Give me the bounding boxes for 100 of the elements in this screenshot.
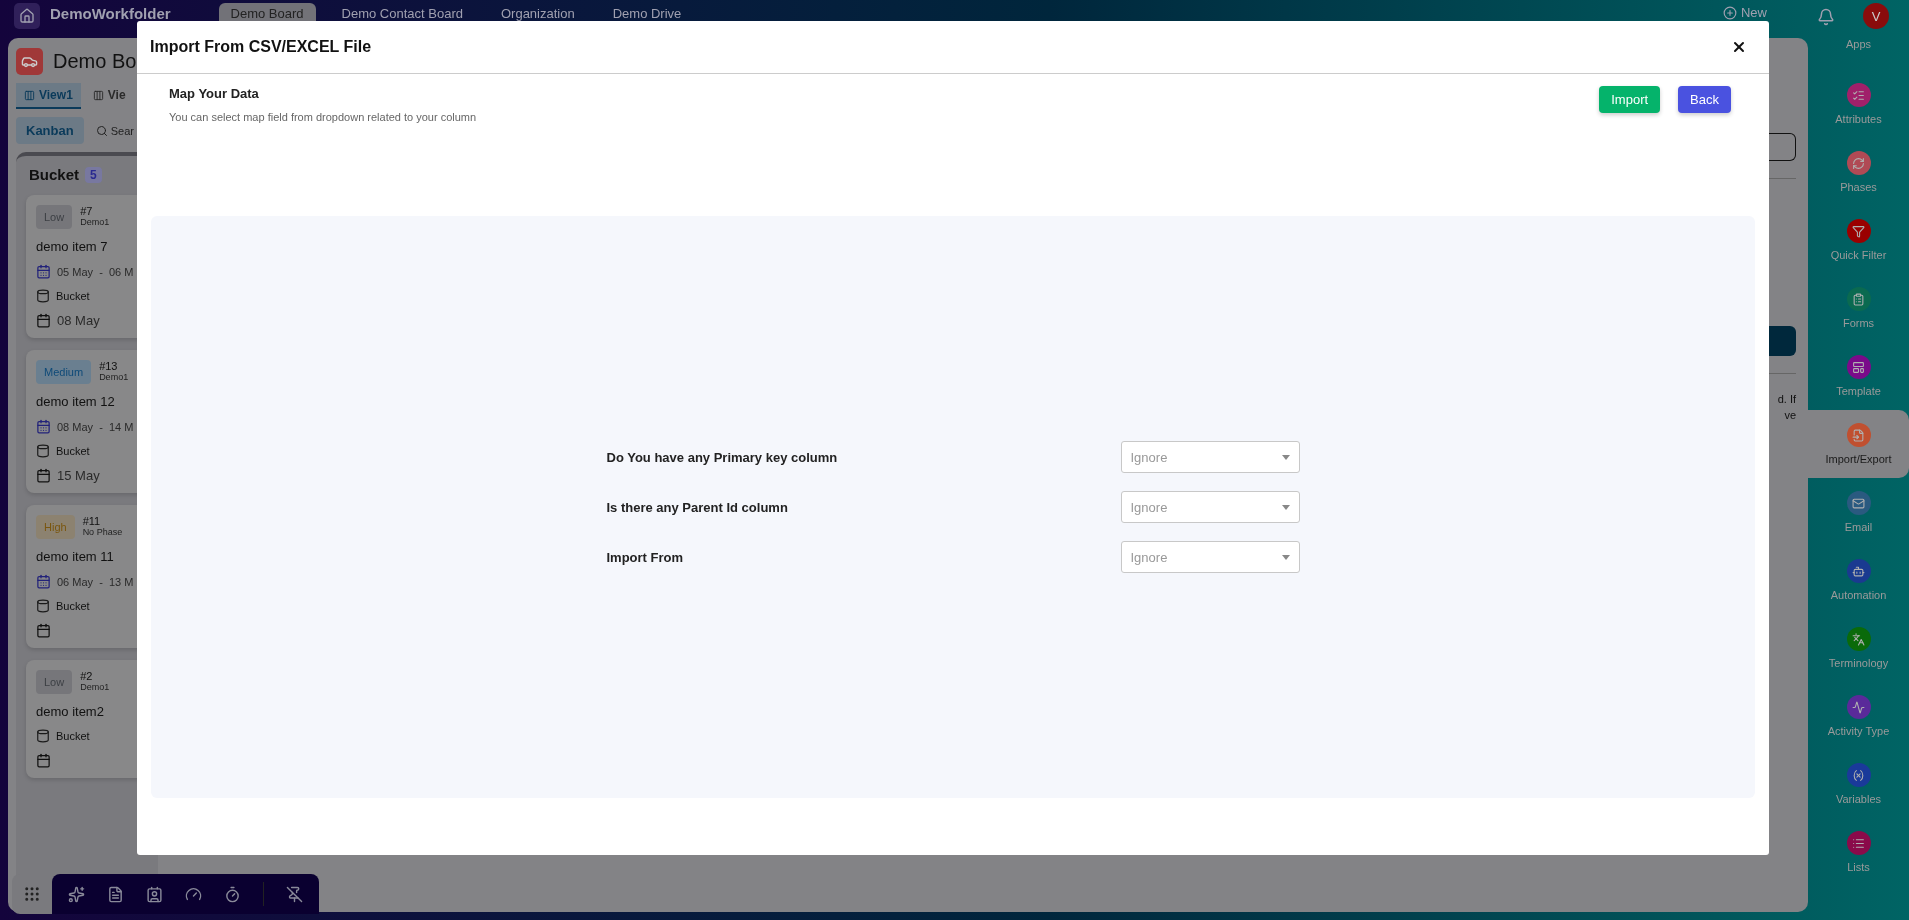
view-tab[interactable]: View1 [16, 83, 81, 109]
sidebar-item[interactable]: Automation [1808, 546, 1909, 614]
bucket-label: Bucket [56, 290, 90, 302]
plus-icon [1723, 5, 1737, 20]
calendar-icon [36, 468, 51, 483]
item-phase: Demo1 [99, 372, 129, 382]
sidebar-label: Lists [1847, 861, 1870, 873]
priority-tag: Medium [36, 360, 92, 384]
sidebar-label: Quick Filter [1830, 249, 1887, 261]
section-subtitle: You can select map field from dropdown related to your column [169, 111, 477, 123]
section-heading: Map Your Data [169, 86, 260, 101]
close-icon [1731, 39, 1747, 55]
calendar-icon [36, 264, 51, 279]
sidebar-item[interactable]: Forms [1808, 274, 1909, 342]
calendar-icon [36, 753, 51, 768]
item-phase: Demo1 [80, 682, 110, 692]
board-title: Demo Bo [53, 50, 137, 73]
sidebar-item[interactable]: Template [1808, 342, 1909, 410]
kanban-button[interactable]: Kanban [16, 117, 84, 144]
calendar-icon [36, 419, 51, 434]
mapping-select[interactable]: Ignore [1120, 441, 1300, 473]
card-title: demo item 12 [36, 394, 116, 409]
panel-text: d. If [1777, 392, 1796, 407]
caret-icon [1281, 455, 1290, 460]
gauge-icon[interactable] [185, 885, 202, 903]
bucket-label: Bucket [56, 600, 90, 612]
document-icon[interactable] [107, 885, 124, 903]
due-date: 08 May [57, 313, 100, 328]
item-number: #7 [80, 205, 94, 217]
bell-icon[interactable] [1817, 8, 1835, 26]
sidebar-item[interactable]: Apps [1808, 38, 1909, 70]
columns-icon [24, 89, 35, 101]
car-icon [16, 48, 43, 75]
caret-icon [1281, 555, 1290, 560]
item-phase: No Phase [82, 527, 123, 537]
calendar-icon [36, 574, 51, 589]
bucket-icon [36, 729, 50, 743]
bucket-label: Bucket [56, 730, 90, 742]
field-label: Is there any Parent Id column [606, 499, 788, 515]
sidebar-item[interactable]: Attributes [1808, 70, 1909, 138]
priority-tag: High [36, 515, 75, 539]
calendar-icon [36, 623, 51, 638]
view-tab[interactable]: Vie [84, 83, 134, 109]
caret-icon [1281, 505, 1290, 510]
sidebar-label: Import/Export [1825, 453, 1892, 465]
dialog-title: Import From CSV/EXCEL File [150, 38, 372, 56]
sidebar-label: Variables [1835, 793, 1881, 805]
mapping-select[interactable]: Ignore [1120, 541, 1300, 573]
sparkles-icon[interactable] [68, 885, 85, 903]
back-button[interactable]: Back [1678, 86, 1731, 113]
user-avatar[interactable]: V [1863, 3, 1889, 29]
sidebar-item[interactable]: Terminology [1808, 614, 1909, 682]
card-title: demo item2 [36, 704, 105, 719]
card-title: demo item 11 [36, 549, 115, 564]
priority-tag: Low [36, 670, 73, 694]
id-card-icon[interactable] [146, 885, 163, 903]
column-count: 5 [85, 166, 102, 183]
sidebar-item[interactable]: Activity Type [1808, 682, 1909, 750]
sidebar-item[interactable]: Import/Export [1808, 410, 1909, 478]
bucket-label: Bucket [56, 445, 90, 457]
sidebar-label: Terminology [1828, 657, 1889, 669]
brand-name: DemoWorkfolder [50, 5, 171, 22]
mapping-select[interactable]: Ignore [1120, 491, 1300, 523]
item-number: #13 [99, 360, 119, 372]
grid-icon[interactable] [12, 874, 52, 914]
column-title: Bucket [29, 166, 80, 183]
sidebar-label: Phases [1840, 181, 1877, 193]
bucket-icon [36, 444, 50, 458]
date-range: 05 May - 06 M [57, 265, 134, 278]
sidebar-item[interactable]: Email [1808, 478, 1909, 546]
calendar-icon [36, 313, 51, 328]
bucket-icon [36, 599, 50, 613]
sidebar-label: Attributes [1835, 113, 1882, 125]
sidebar-label: Template [1836, 385, 1881, 397]
item-phase: Demo1 [80, 217, 110, 227]
sidebar-item[interactable]: Variables [1808, 750, 1909, 818]
sidebar-item[interactable]: Quick Filter [1808, 206, 1909, 274]
sidebar-item[interactable]: Phases [1808, 138, 1909, 206]
date-range: 08 May - 14 M [57, 420, 134, 433]
import-button[interactable]: Import [1599, 86, 1661, 113]
home-icon[interactable] [14, 3, 40, 29]
panel-text: ve [1784, 408, 1796, 423]
due-date: 15 May [57, 468, 100, 483]
item-number: #11 [82, 515, 102, 527]
search-icon [95, 124, 108, 137]
field-label: Import From [606, 549, 684, 565]
search-button[interactable]: Sear [95, 124, 134, 137]
card-title: demo item 7 [36, 239, 109, 254]
bucket-icon [36, 289, 50, 303]
sidebar-label: Email [1844, 521, 1873, 533]
sidebar-item[interactable]: Lists [1808, 818, 1909, 886]
field-label: Do You have any Primary key column [606, 449, 838, 465]
sidebar-label: Apps [1845, 38, 1872, 50]
stopwatch-icon[interactable] [224, 885, 241, 903]
item-number: #2 [80, 670, 94, 682]
new-button[interactable]: New [1723, 5, 1767, 20]
sidebar-label: Forms [1842, 317, 1875, 329]
pin-off-icon[interactable] [286, 885, 303, 903]
sidebar-label: Automation [1830, 589, 1887, 601]
columns-icon [92, 89, 104, 101]
